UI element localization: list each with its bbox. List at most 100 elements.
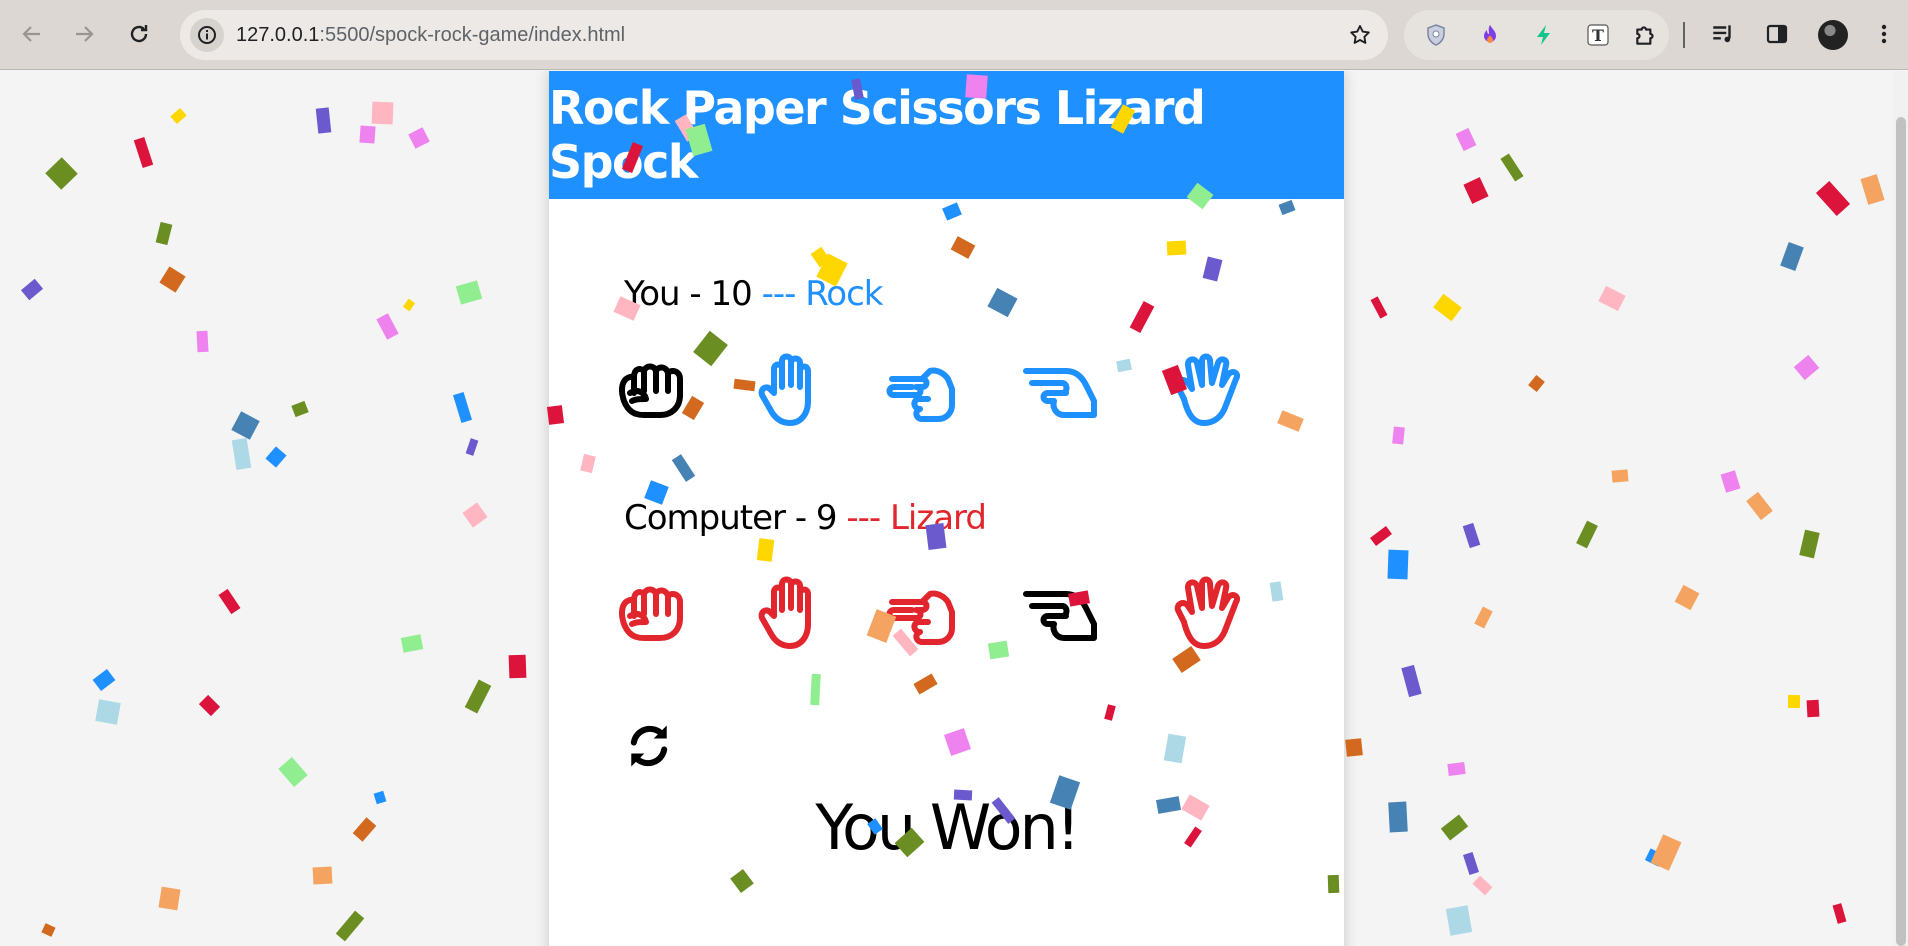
computer-score-line: Computer - 9 --- Lizard	[624, 498, 987, 538]
confetti-piece	[196, 330, 209, 353]
lightning-extension-icon[interactable]	[1531, 22, 1557, 48]
confetti-piece	[218, 588, 241, 615]
confetti-piece	[1463, 851, 1479, 876]
page-scrollbar[interactable]	[1894, 71, 1908, 946]
confetti-piece	[1474, 606, 1493, 629]
confetti-piece	[133, 137, 154, 168]
confetti-piece	[1806, 699, 1820, 718]
toolbar-separator	[1683, 22, 1685, 48]
confetti-piece	[278, 757, 308, 787]
computer-choice: Lizard	[889, 498, 987, 538]
confetti-piece	[45, 157, 78, 190]
confetti-piece	[373, 790, 387, 805]
site-info-icon[interactable]	[190, 18, 224, 52]
confetti-piece	[92, 668, 116, 692]
player-scissors-button[interactable]	[879, 346, 969, 436]
computer-spock-button[interactable]	[1161, 569, 1251, 659]
flame-extension-icon[interactable]	[1477, 22, 1503, 48]
computer-choice-separator: ---	[836, 498, 890, 538]
confetti-piece	[455, 280, 483, 305]
confetti-piece	[408, 127, 430, 149]
forward-arrow-icon	[76, 26, 94, 42]
confetti-piece	[265, 446, 287, 468]
confetti-piece	[335, 910, 365, 942]
confetti-piece	[371, 101, 394, 125]
more-menu-icon[interactable]	[1870, 20, 1898, 48]
rock-hand-icon	[619, 363, 683, 418]
confetti-piece	[1370, 296, 1388, 319]
spock-hand-icon	[1174, 576, 1240, 649]
confetti-piece	[1370, 525, 1392, 547]
confetti-piece	[465, 438, 479, 456]
url-path: :5500/spock-rock-game/index.html	[319, 24, 626, 46]
confetti-piece	[1799, 529, 1820, 559]
confetti-piece	[1387, 549, 1409, 580]
game-container: Rock Paper Scissors Lizard Spock You - 1…	[549, 71, 1344, 946]
confetti-piece	[462, 502, 488, 528]
bookmark-star-icon[interactable]	[1348, 23, 1372, 47]
url-text[interactable]: 127.0.0.1:5500/spock-rock-game/index.htm…	[236, 24, 625, 47]
confetti-piece	[1815, 180, 1851, 217]
confetti-piece	[158, 886, 181, 911]
confetti-piece	[1720, 470, 1741, 493]
confetti-piece	[1462, 522, 1481, 549]
reload-button[interactable]	[119, 14, 159, 54]
player-choice: Rock	[805, 274, 883, 314]
confetti-piece	[1576, 520, 1598, 549]
confetti-piece	[41, 923, 56, 937]
confetti-piece	[231, 411, 260, 440]
computer-paper-button[interactable]	[747, 569, 837, 659]
confetti-piece	[1472, 875, 1493, 896]
confetti-piece	[1463, 177, 1489, 204]
scrollbar-thumb[interactable]	[1896, 117, 1906, 946]
confetti-piece	[1793, 354, 1820, 381]
computer-hands-row	[549, 569, 1344, 659]
shield-extension-icon[interactable]	[1423, 22, 1449, 48]
lizard-hand-icon	[1023, 368, 1097, 418]
side-panel-icon[interactable]	[1763, 20, 1791, 48]
back-button[interactable]	[12, 14, 52, 54]
address-bar[interactable]: 127.0.0.1:5500/spock-rock-game/index.htm…	[180, 10, 1388, 60]
reset-button[interactable]	[621, 718, 677, 774]
back-arrow-icon	[22, 26, 40, 42]
scissors-hand-icon	[886, 590, 955, 645]
font-t-extension-icon[interactable]: T	[1585, 22, 1611, 48]
confetti-piece	[1674, 584, 1700, 611]
player-score-line: You - 10 --- Rock	[624, 274, 883, 314]
player-paper-button[interactable]	[747, 346, 837, 436]
forward-button[interactable]	[64, 14, 104, 54]
confetti-piece	[291, 400, 309, 418]
confetti-piece	[1780, 242, 1804, 271]
confetti-piece	[1500, 153, 1524, 182]
paper-hand-icon	[758, 353, 811, 426]
url-host: 127.0.0.1	[236, 24, 320, 46]
confetti-piece	[155, 221, 173, 246]
confetti-piece	[352, 817, 377, 842]
computer-rock-button[interactable]	[607, 569, 697, 659]
computer-scissors-button[interactable]	[879, 569, 969, 659]
confetti-piece	[1860, 174, 1885, 205]
confetti-piece	[312, 866, 333, 885]
confetti-piece	[1528, 374, 1545, 393]
player-lizard-button[interactable]	[1015, 346, 1105, 436]
confetti-piece	[359, 125, 376, 144]
confetti-piece	[400, 634, 424, 653]
profile-avatar[interactable]	[1818, 20, 1848, 50]
player-spock-button[interactable]	[1161, 346, 1251, 436]
puzzle-extensions-icon[interactable]	[1633, 22, 1659, 48]
computer-lizard-button[interactable]	[1015, 569, 1105, 659]
confetti-piece	[1392, 426, 1405, 445]
confetti-piece	[1611, 469, 1629, 483]
page-viewport: Rock Paper Scissors Lizard Spock You - 1…	[0, 71, 1908, 946]
player-rock-button[interactable]	[607, 346, 697, 436]
confetti-piece	[315, 107, 332, 134]
confetti-piece	[198, 694, 221, 717]
rock-hand-icon	[619, 586, 683, 641]
player-hands-row	[549, 346, 1344, 436]
reload-icon	[130, 25, 148, 43]
result-message: You Won!	[815, 791, 1080, 864]
media-playlist-icon[interactable]	[1709, 20, 1737, 48]
paper-hand-icon	[758, 576, 811, 649]
confetti-piece	[1388, 801, 1408, 833]
confetti-piece	[1832, 903, 1847, 924]
